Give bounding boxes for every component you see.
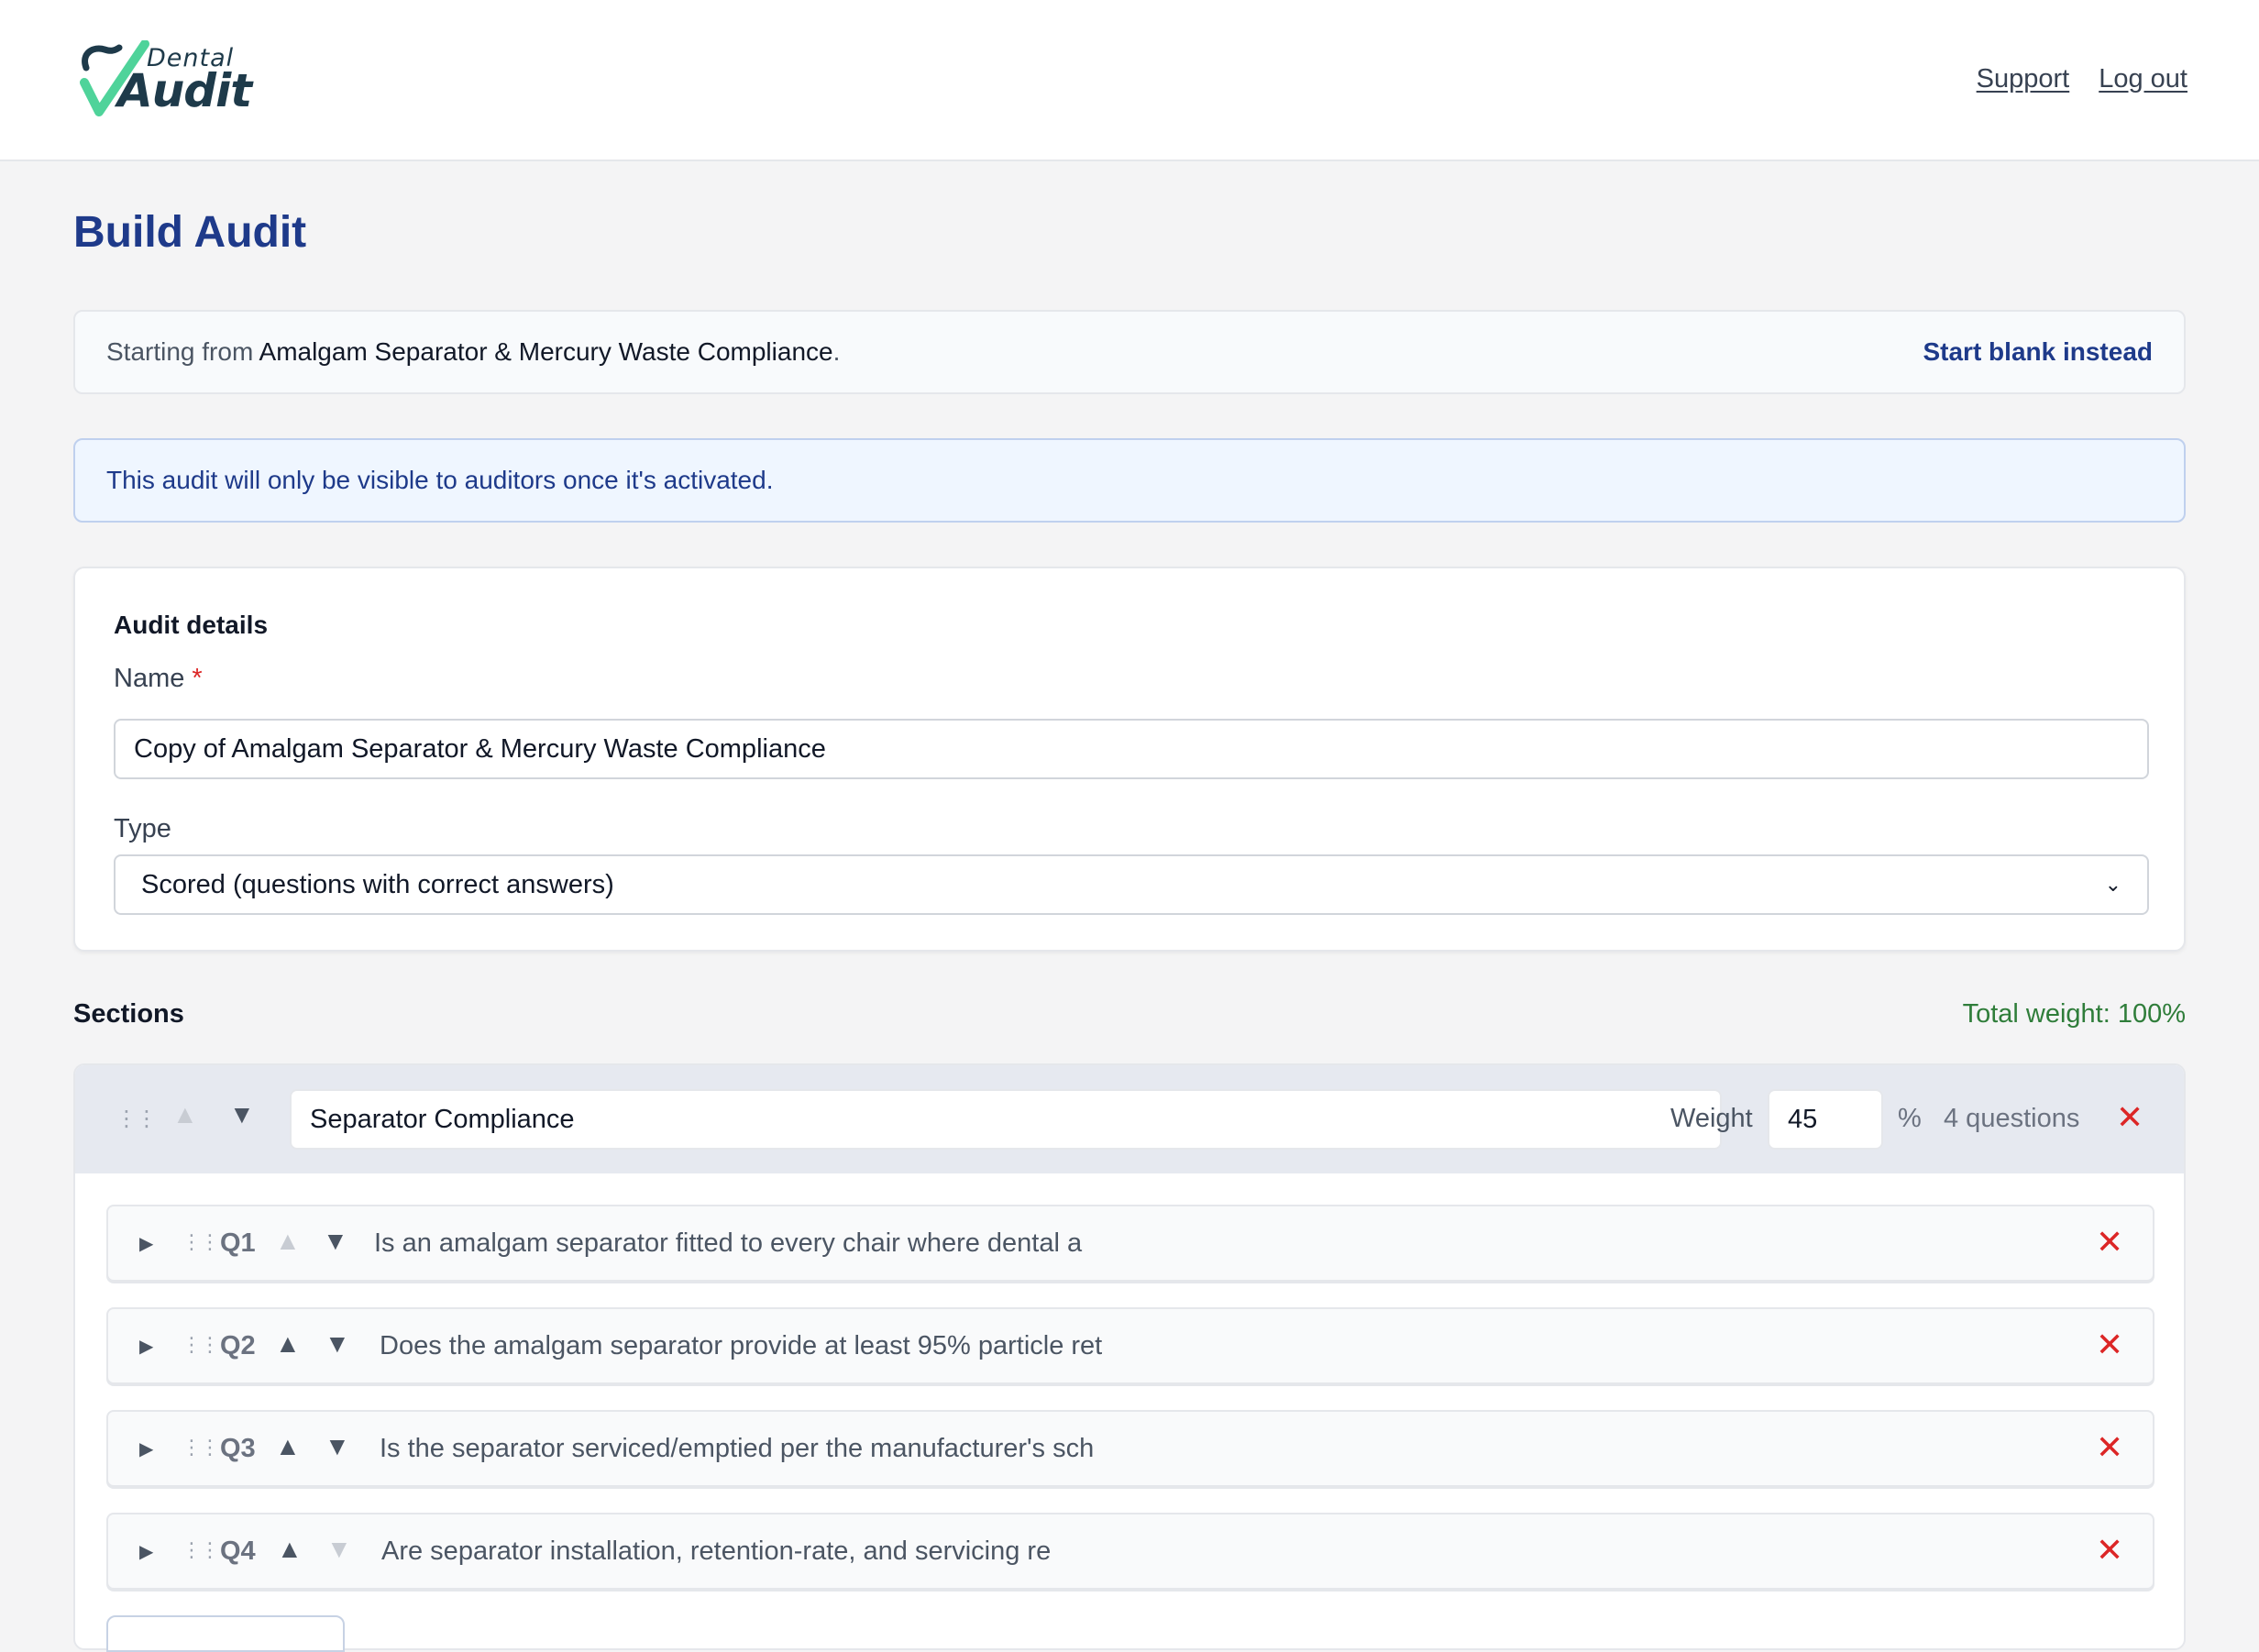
source-suffix: . — [832, 337, 841, 366]
start-blank-button[interactable]: Start blank instead — [1923, 337, 2153, 367]
arrow-up-icon[interactable]: ▲ — [172, 1100, 198, 1129]
remove-question-close-icon[interactable]: ✕ — [2096, 1428, 2123, 1467]
caret-right-icon[interactable]: ▶ — [139, 1437, 153, 1460]
top-links: Support Log out — [1977, 64, 2187, 94]
weight-label: Weight — [1670, 1104, 1753, 1133]
section-card: ⋮⋮ ▲ ▼ Separator Compliance Weight 45 % … — [73, 1063, 2186, 1652]
dental-audit-logo[interactable]: Dental Audit — [77, 37, 252, 125]
arrow-down-icon[interactable]: ▼ — [326, 1535, 352, 1564]
question-number: Q2 — [220, 1331, 256, 1360]
name-label: Name * — [114, 664, 203, 694]
support-link[interactable]: Support — [1977, 64, 2070, 94]
arrow-up-icon[interactable]: ▲ — [275, 1227, 301, 1256]
page-title: Build Audit — [73, 208, 307, 257]
activation-info-banner: This audit will only be visible to audit… — [73, 438, 2186, 523]
arrow-down-icon[interactable]: ▼ — [325, 1329, 350, 1359]
question-text: Is the separator serviced/emptied per th… — [380, 1434, 1095, 1463]
source-template-text: Starting from Amalgam Separator & Mercur… — [106, 337, 840, 367]
top-bar: Dental Audit Support Log out — [0, 0, 2259, 161]
question-row[interactable]: ▶ ⋮⋮ Q4 ▲ ▼ Are separator installation, … — [106, 1513, 2154, 1590]
caret-right-icon[interactable]: ▶ — [139, 1335, 153, 1358]
drag-handle-icon[interactable]: ⋮⋮ — [116, 1106, 158, 1132]
drag-handle-icon[interactable]: ⋮⋮ — [182, 1436, 220, 1459]
arrow-down-icon[interactable]: ▼ — [323, 1227, 348, 1256]
section-header: ⋮⋮ ▲ ▼ Separator Compliance Weight 45 % … — [75, 1065, 2184, 1173]
source-prefix: Starting from — [106, 337, 254, 366]
required-marker: * — [192, 664, 203, 693]
source-template-name: Amalgam Separator & Mercury Waste Compli… — [259, 337, 833, 366]
question-row[interactable]: ▶ ⋮⋮ Q1 ▲ ▼ Is an amalgam separator fitt… — [106, 1205, 2154, 1282]
percent-sign: % — [1898, 1104, 1922, 1133]
drag-handle-icon[interactable]: ⋮⋮ — [182, 1230, 220, 1254]
audit-type-value: Scored (questions with correct answers) — [141, 869, 614, 899]
add-question-button[interactable] — [106, 1615, 345, 1652]
sections-heading: Sections — [73, 999, 184, 1029]
type-label: Type — [114, 814, 171, 843]
audit-name-input[interactable]: Copy of Amalgam Separator & Mercury Wast… — [114, 719, 2149, 779]
section-weight-input[interactable]: 45 — [1768, 1089, 1883, 1150]
remove-question-close-icon[interactable]: ✕ — [2096, 1531, 2123, 1569]
arrow-up-icon[interactable]: ▲ — [277, 1535, 303, 1564]
arrow-up-icon[interactable]: ▲ — [275, 1432, 301, 1461]
question-count: 4 questions — [1944, 1104, 2080, 1133]
question-text: Are separator installation, retention-ra… — [381, 1536, 1052, 1566]
source-template-banner: Starting from Amalgam Separator & Mercur… — [73, 310, 2186, 394]
question-row[interactable]: ▶ ⋮⋮ Q2 ▲ ▼ Does the amalgam separator p… — [106, 1307, 2154, 1384]
drag-handle-icon[interactable]: ⋮⋮ — [182, 1333, 220, 1357]
question-number: Q3 — [220, 1434, 256, 1463]
audit-details-card: Audit details Name * Copy of Amalgam Sep… — [73, 567, 2186, 952]
name-label-text: Name — [114, 664, 185, 693]
remove-question-close-icon[interactable]: ✕ — [2096, 1223, 2123, 1261]
caret-right-icon[interactable]: ▶ — [139, 1232, 153, 1255]
remove-question-close-icon[interactable]: ✕ — [2096, 1326, 2123, 1364]
total-weight: Total weight: 100% — [1962, 999, 2186, 1029]
logo-audit-text: Audit — [117, 64, 252, 117]
arrow-up-icon[interactable]: ▲ — [275, 1329, 301, 1359]
question-text: Does the amalgam separator provide at le… — [380, 1331, 1103, 1360]
arrow-down-icon[interactable]: ▼ — [229, 1100, 255, 1129]
section-name-input[interactable]: Separator Compliance — [290, 1089, 1722, 1150]
audit-details-title: Audit details — [114, 611, 269, 639]
question-number: Q4 — [220, 1536, 256, 1566]
audit-type-select[interactable]: Scored (questions with correct answers) … — [114, 854, 2149, 915]
remove-section-close-icon[interactable]: ✕ — [2116, 1098, 2143, 1137]
logout-link[interactable]: Log out — [2099, 64, 2187, 94]
question-number: Q1 — [220, 1228, 256, 1258]
arrow-down-icon[interactable]: ▼ — [325, 1432, 350, 1461]
drag-handle-icon[interactable]: ⋮⋮ — [182, 1538, 220, 1562]
question-row[interactable]: ▶ ⋮⋮ Q3 ▲ ▼ Is the separator serviced/em… — [106, 1410, 2154, 1487]
question-text: Is an amalgam separator fitted to every … — [374, 1228, 1083, 1258]
caret-right-icon[interactable]: ▶ — [139, 1540, 153, 1563]
chevron-down-icon: ⌄ — [2104, 873, 2121, 896]
